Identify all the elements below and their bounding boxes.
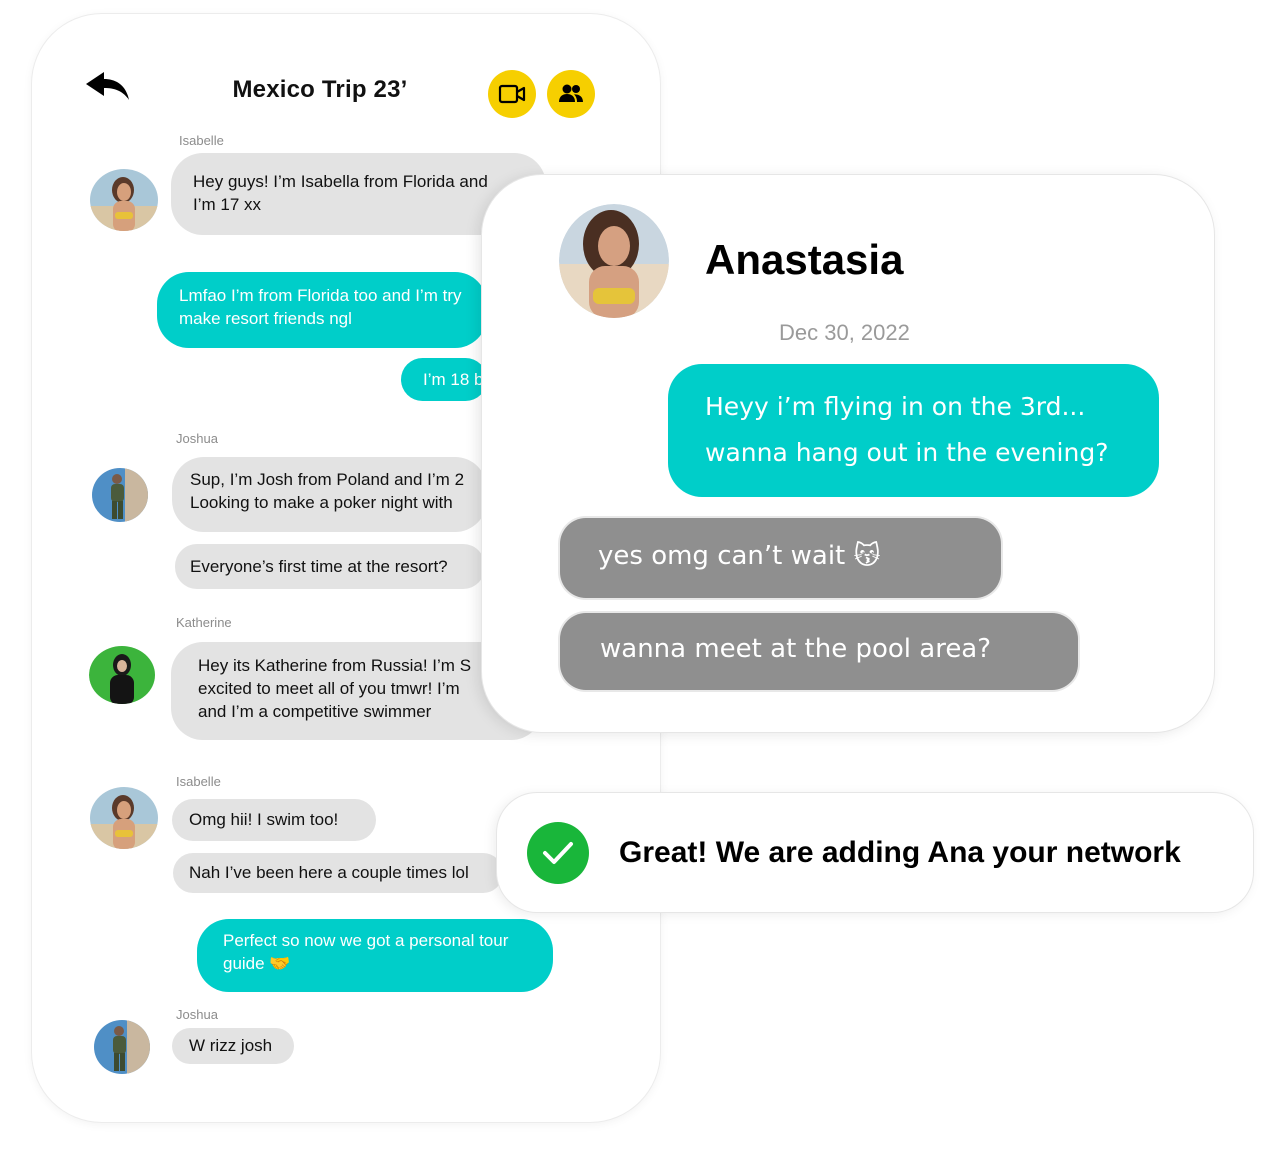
avatar-joshua[interactable]: [91, 467, 149, 523]
sender-name: Joshua: [176, 1007, 218, 1022]
sender-name: Katherine: [176, 615, 232, 630]
message-text: Hey its Katherine from Russia! I’m S: [198, 656, 472, 675]
message-text: I’m 17 xx: [193, 195, 262, 214]
toast-message: Great! We are adding Ana your network: [619, 836, 1181, 869]
message-text: Looking to make a poker night with: [190, 493, 453, 512]
message-text: Omg hii! I swim too!: [189, 810, 339, 829]
sender-name: Isabelle: [179, 133, 224, 148]
message-bubble: W rizz josh: [172, 1028, 294, 1064]
avatar-joshua[interactable]: [93, 1019, 151, 1075]
message-text: wanna hang out in the evening?: [705, 438, 1109, 467]
message-text: make resort friends ngl: [179, 309, 352, 328]
received-message-bubble: yes omg can’t wait 😽: [560, 518, 1001, 598]
video-call-button[interactable]: [488, 70, 536, 118]
message-text: excited to meet all of you tmwr! I’m: [198, 679, 460, 698]
message-bubble: Omg hii! I swim too!: [172, 799, 376, 841]
message-text: and I’m a competitive swimmer: [198, 702, 432, 721]
sender-name: Joshua: [176, 431, 218, 446]
message-text: yes omg can’t wait 😽: [598, 541, 881, 571]
group-members-button[interactable]: [547, 70, 595, 118]
message-bubble: Nah I’ve been here a couple times lol: [173, 853, 503, 893]
message-text: Sup, I’m Josh from Poland and I’m 2: [190, 470, 465, 489]
group-people-icon: [559, 84, 583, 102]
message-text: Everyone’s first time at the resort?: [190, 557, 448, 576]
sent-message-bubble: Heyy i’m flying in on the 3rd... wanna h…: [668, 364, 1159, 497]
message-text: Hey guys! I’m Isabella from Florida and: [193, 172, 488, 191]
message-text: Perfect so now we got a personal tour: [223, 931, 509, 950]
check-circle-icon: [527, 822, 589, 884]
received-message-bubble: wanna meet at the pool area?: [560, 613, 1078, 690]
avatar-anastasia[interactable]: [559, 204, 669, 318]
sender-name: Isabelle: [176, 774, 221, 789]
message-bubble: Sup, I’m Josh from Poland and I’m 2 Look…: [172, 457, 487, 532]
video-camera-icon: [498, 84, 526, 104]
message-text: Nah I’ve been here a couple times lol: [189, 863, 469, 882]
message-text: Heyy i’m flying in on the 3rd...: [705, 392, 1086, 421]
message-text: I’m 18 b: [423, 370, 484, 389]
message-text: wanna meet at the pool area?: [600, 634, 992, 664]
chat-title: Mexico Trip 23’: [232, 76, 408, 103]
message-text: guide 🤝: [223, 954, 291, 973]
checkmark-icon: [543, 842, 573, 864]
avatar-isabelle[interactable]: [89, 168, 159, 232]
message-text: W rizz josh: [189, 1036, 273, 1055]
sent-message-bubble: Lmfao I’m from Florida too and I’m try m…: [157, 272, 487, 348]
avatar-katherine[interactable]: [89, 645, 156, 705]
sent-message-bubble: Perfect so now we got a personal tour gu…: [197, 919, 553, 992]
avatar-isabelle[interactable]: [89, 786, 159, 850]
message-bubble: Everyone’s first time at the resort?: [175, 544, 485, 589]
sent-message-bubble: I’m 18 b: [401, 358, 487, 401]
back-arrow-icon[interactable]: [84, 70, 132, 104]
message-text: Lmfao I’m from Florida too and I’m try: [179, 286, 462, 305]
contact-name: Anastasia: [705, 236, 904, 283]
conversation-date: Dec 30, 2022: [779, 320, 910, 345]
